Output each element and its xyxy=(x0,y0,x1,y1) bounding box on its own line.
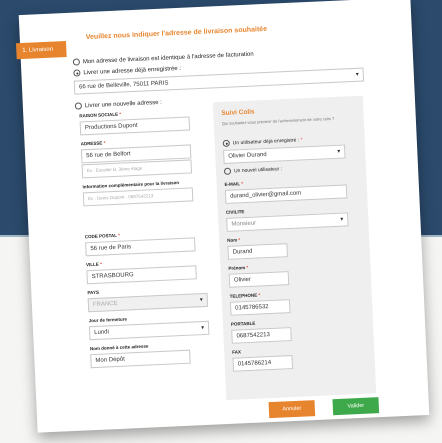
radio-icon[interactable] xyxy=(72,58,81,66)
extra-info-field[interactable]: Ex : Denis Dupont - 0687542213 xyxy=(82,187,194,207)
closing-day-select[interactable]: Lundi ▼ xyxy=(88,320,210,341)
firstname-field[interactable]: Olivier xyxy=(228,271,290,288)
civility-label: CIVILITE xyxy=(225,209,245,215)
fax-field[interactable]: 0145786214 xyxy=(232,355,294,372)
saved-address-value: 66 rue de Belleville, 75011 PARIS xyxy=(78,80,169,91)
phone-field[interactable]: 0145786532 xyxy=(229,299,291,316)
chevron-down-icon: ▼ xyxy=(339,216,345,223)
option-same-address[interactable]: Mon adresse de livraison est identique à… xyxy=(72,50,254,66)
option-new-user[interactable]: Un nouvel utilisateur : xyxy=(223,165,283,175)
radio-selected-icon[interactable] xyxy=(73,69,81,77)
city-label: VILLE * xyxy=(86,261,103,268)
tracking-panel-help: Qui souhaitez-vous prévenir de l'achemin… xyxy=(221,115,335,127)
postal-code-field[interactable]: 56 rue de Paris xyxy=(85,237,196,257)
address-alias-field[interactable]: Mon Dépôt xyxy=(90,349,191,369)
cancel-button[interactable]: Annuler xyxy=(268,400,316,419)
phone-label: TELEPHONE * xyxy=(229,292,261,299)
country-select[interactable]: FRANCE ▼ xyxy=(87,292,209,313)
fax-label: FAX xyxy=(232,349,242,355)
email-field[interactable]: durand_olivier@gmail.com xyxy=(224,184,348,204)
delivery-form-sheet: 1. Livraison Veuillez nous indiquer l'ad… xyxy=(15,0,430,433)
address-label: ADRESSE * xyxy=(80,140,106,147)
validate-button[interactable]: Valider xyxy=(332,397,380,416)
company-label: RAISON SOCIALE * xyxy=(79,111,122,119)
tracking-panel: Suivi Colis Qui souhaitez-vous prévenir … xyxy=(212,95,377,401)
radio-icon[interactable] xyxy=(74,102,83,110)
city-field[interactable]: STRASBOURG xyxy=(86,265,197,285)
mobile-label: PORTABLE xyxy=(230,320,256,327)
option-existing-user-label: Un utilisateur déjà enregistré : xyxy=(232,137,300,147)
option-same-address-label: Mon adresse de livraison est identique à… xyxy=(82,51,254,66)
radio-selected-icon[interactable] xyxy=(222,139,230,147)
radio-icon[interactable] xyxy=(223,167,232,175)
lastname-label: Nom * xyxy=(227,237,241,243)
civility-value: Monsieur xyxy=(231,220,257,228)
address-alias-label: Nom donné à cette adresse xyxy=(89,343,149,352)
country-value: FRANCE xyxy=(92,300,118,309)
company-field[interactable]: Productions Dupont xyxy=(79,116,191,136)
option-existing-user[interactable]: Un utilisateur déjà enregistré : Suivi C… xyxy=(222,136,303,147)
option-new-address[interactable]: Livrer une nouvelle adresse : xyxy=(74,99,163,110)
option-new-address-label: Livrer une nouvelle adresse : xyxy=(84,99,163,110)
email-label: E-MAIL * xyxy=(224,181,244,187)
chevron-down-icon: ▼ xyxy=(336,148,342,155)
option-new-user-label: Un nouvel utilisateur : xyxy=(233,166,283,175)
option-saved-address-label: Livrer une adresse déjà enregistrée : xyxy=(83,65,182,77)
chevron-down-icon: ▼ xyxy=(198,297,204,304)
country-label: PAYS xyxy=(87,289,100,296)
closing-day-label: Jour de fermeture xyxy=(88,316,127,324)
firstname-label: Prénom * xyxy=(228,264,249,271)
postal-code-label: CODE POSTAL * xyxy=(84,232,121,240)
civility-select[interactable]: Monsieur ▼ xyxy=(226,212,349,232)
lastname-field[interactable]: Durand xyxy=(227,243,288,260)
tracking-panel-title: Suivi Colis xyxy=(221,108,255,118)
mobile-field[interactable]: 0687542213 xyxy=(231,327,292,344)
closing-day-value: Lundi xyxy=(94,329,110,337)
step-tab[interactable]: 1. Livraison xyxy=(15,40,67,60)
chevron-down-icon: ▼ xyxy=(200,324,206,332)
existing-user-value: Olivier Durand xyxy=(228,152,267,160)
option-saved-address[interactable]: Livrer une adresse déjà enregistrée : xyxy=(73,65,181,77)
chevron-down-icon: ▼ xyxy=(354,71,360,78)
form-title: Veuillez nous indiquer l'adresse de livr… xyxy=(85,25,268,42)
existing-user-select[interactable]: Olivier Durand ▼ xyxy=(223,144,346,164)
